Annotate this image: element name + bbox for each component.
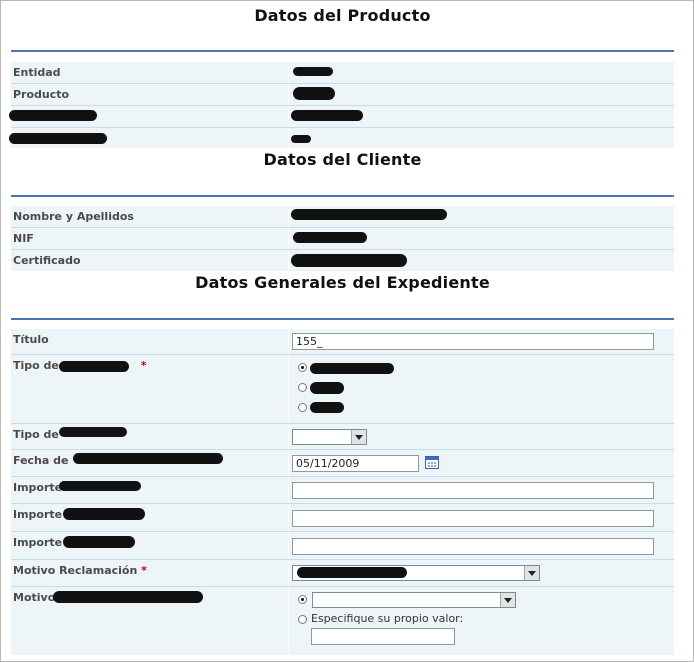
fecha-input[interactable]	[292, 455, 419, 472]
label-certificado: Certificado	[13, 254, 81, 267]
importe-3-input[interactable]	[292, 538, 654, 555]
redacted-label	[63, 508, 145, 520]
importe-2-input[interactable]	[292, 510, 654, 527]
redacted-label	[59, 361, 129, 372]
redacted-label	[59, 427, 127, 437]
motivo-select[interactable]	[312, 592, 516, 608]
label-entidad: Entidad	[13, 66, 61, 79]
producto-row-4	[9, 128, 674, 149]
label-producto: Producto	[13, 88, 70, 101]
tipo-select[interactable]	[292, 429, 367, 445]
motivo-radio-custom[interactable]	[298, 615, 307, 624]
redacted-value	[291, 110, 363, 121]
row-titulo: Título	[11, 329, 674, 355]
label-importe: Importe	[13, 508, 63, 521]
redacted-value	[297, 567, 407, 578]
row-importe-3: Importe	[11, 532, 674, 560]
redacted-label	[59, 481, 141, 491]
label-titulo: Título	[13, 333, 49, 346]
row-importe-2: Importe	[11, 504, 674, 532]
producto-row-producto: Producto	[11, 84, 674, 106]
redacted-label	[63, 536, 135, 548]
row-motivo: Motivo Especifique su propio valor:	[11, 587, 674, 657]
redacted-label	[53, 591, 203, 603]
redacted-value	[293, 87, 335, 100]
redacted-label	[73, 453, 223, 464]
row-motivo-reclamacion: Motivo Reclamación *	[11, 560, 674, 587]
expediente-table: Título Tipo de * Tipo de	[11, 329, 674, 657]
redacted-option	[310, 382, 344, 394]
label-fecha: Fecha de	[13, 454, 69, 467]
section-rule	[11, 195, 674, 197]
producto-row-3	[9, 106, 674, 128]
row-tipo-select: Tipo de	[11, 424, 674, 450]
producto-row-entidad: Entidad	[11, 62, 674, 84]
redacted-value	[291, 135, 311, 143]
label-motivo-reclamacion: Motivo Reclamación *	[13, 564, 147, 577]
tipo-radio-option-2[interactable]	[298, 383, 307, 392]
section-rule	[11, 50, 674, 52]
redacted-label	[9, 133, 107, 144]
row-importe-1: Importe	[11, 477, 674, 504]
section-title-producto: Datos del Producto	[254, 6, 431, 25]
custom-value-label: Especifique su propio valor:	[311, 612, 464, 625]
label-nif: NIF	[13, 232, 34, 245]
redacted-value	[291, 209, 447, 220]
cliente-row-nombre: Nombre y Apellidos	[11, 206, 674, 228]
redacted-value	[291, 254, 407, 267]
chevron-down-icon[interactable]	[500, 593, 515, 607]
cliente-table: Nombre y Apellidos NIF Certificado	[11, 206, 674, 271]
redacted-option	[310, 363, 394, 374]
row-fecha: Fecha de	[11, 450, 674, 477]
section-title-cliente: Datos del Cliente	[263, 150, 422, 169]
custom-value-input[interactable]	[311, 628, 455, 645]
tipo-radio-option-3[interactable]	[298, 403, 307, 412]
calendar-icon[interactable]	[425, 456, 439, 469]
redacted-option	[310, 402, 344, 413]
chevron-down-icon[interactable]	[524, 566, 539, 580]
producto-table: Entidad Producto	[9, 62, 674, 149]
cliente-row-certificado: Certificado	[11, 250, 674, 271]
section-rule	[11, 318, 674, 320]
label-importe: Importe	[13, 481, 63, 494]
redacted-value	[293, 67, 333, 76]
label-motivo: Motivo	[13, 591, 56, 604]
redacted-value	[293, 232, 367, 243]
row-tipo-radio: Tipo de *	[11, 355, 674, 424]
cliente-row-nif: NIF	[11, 228, 674, 250]
form-window: Datos del Producto Entidad Producto Dato…	[0, 0, 694, 662]
motivo-radio-list[interactable]	[298, 595, 307, 604]
tipo-radio-option-1[interactable]	[298, 363, 307, 372]
label-tipo-select: Tipo de	[13, 428, 59, 441]
motivo-reclamacion-select[interactable]	[292, 565, 540, 581]
label-nombre-apellidos: Nombre y Apellidos	[13, 210, 134, 223]
section-title-expediente: Datos Generales del Expediente	[195, 273, 490, 292]
redacted-label	[9, 110, 97, 121]
titulo-input[interactable]	[292, 333, 654, 350]
label-importe: Importe	[13, 536, 63, 549]
chevron-down-icon[interactable]	[351, 430, 366, 444]
importe-1-input[interactable]	[292, 482, 654, 499]
